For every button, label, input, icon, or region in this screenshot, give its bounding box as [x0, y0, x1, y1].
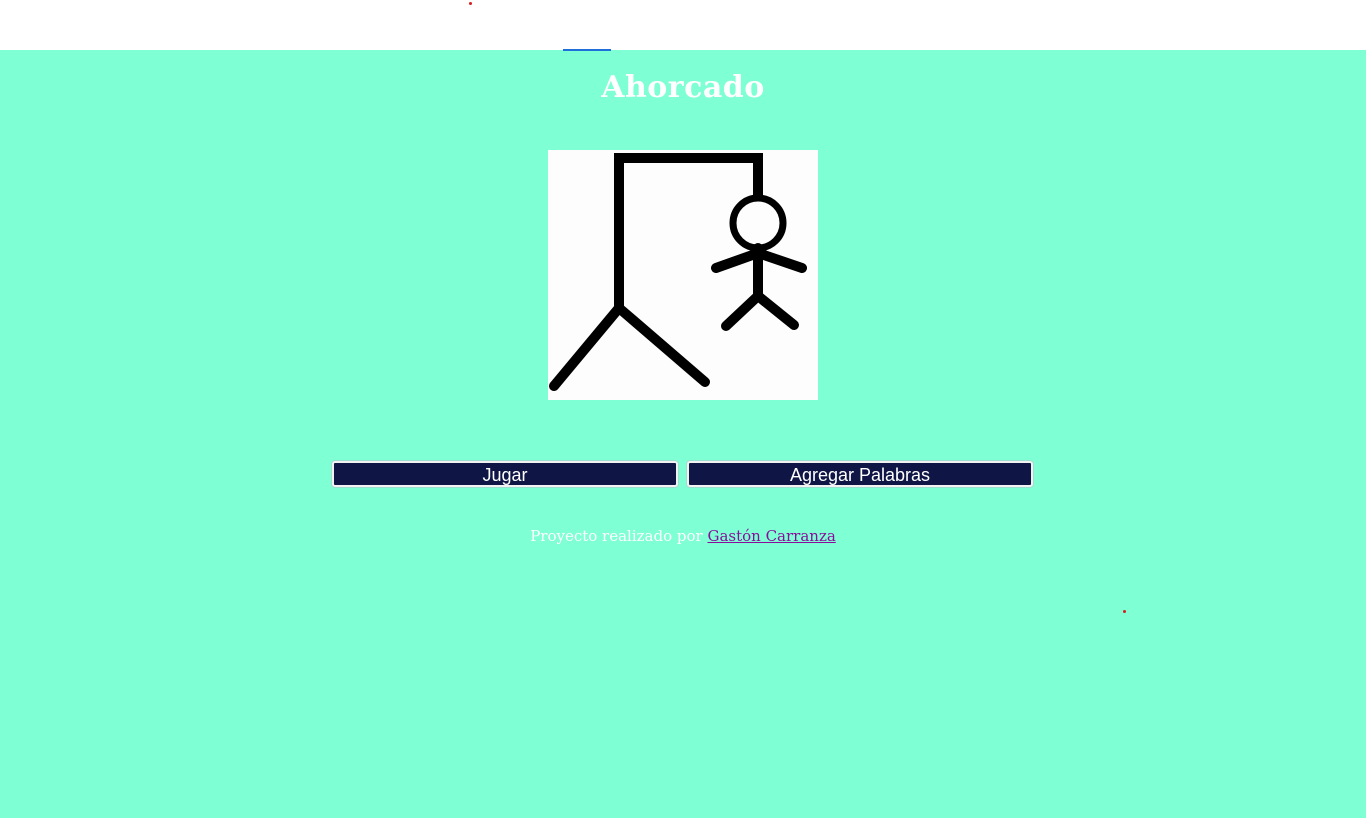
hangman-image: [548, 150, 818, 400]
play-button[interactable]: Jugar: [332, 461, 678, 487]
author-link[interactable]: Gastón Carranza: [707, 527, 835, 545]
top-header-bar: [0, 0, 1366, 50]
page-title: Ahorcado: [601, 70, 765, 105]
footer-text: Proyecto realizado por: [530, 527, 708, 545]
decorative-dot: [1123, 610, 1126, 613]
hangman-figure-icon: [549, 153, 807, 391]
add-words-button[interactable]: Agregar Palabras: [687, 461, 1033, 487]
footer-credit: Proyecto realizado por Gastón Carranza: [0, 527, 1366, 545]
header-accent-line: [563, 49, 611, 51]
decorative-dot: [469, 2, 472, 5]
